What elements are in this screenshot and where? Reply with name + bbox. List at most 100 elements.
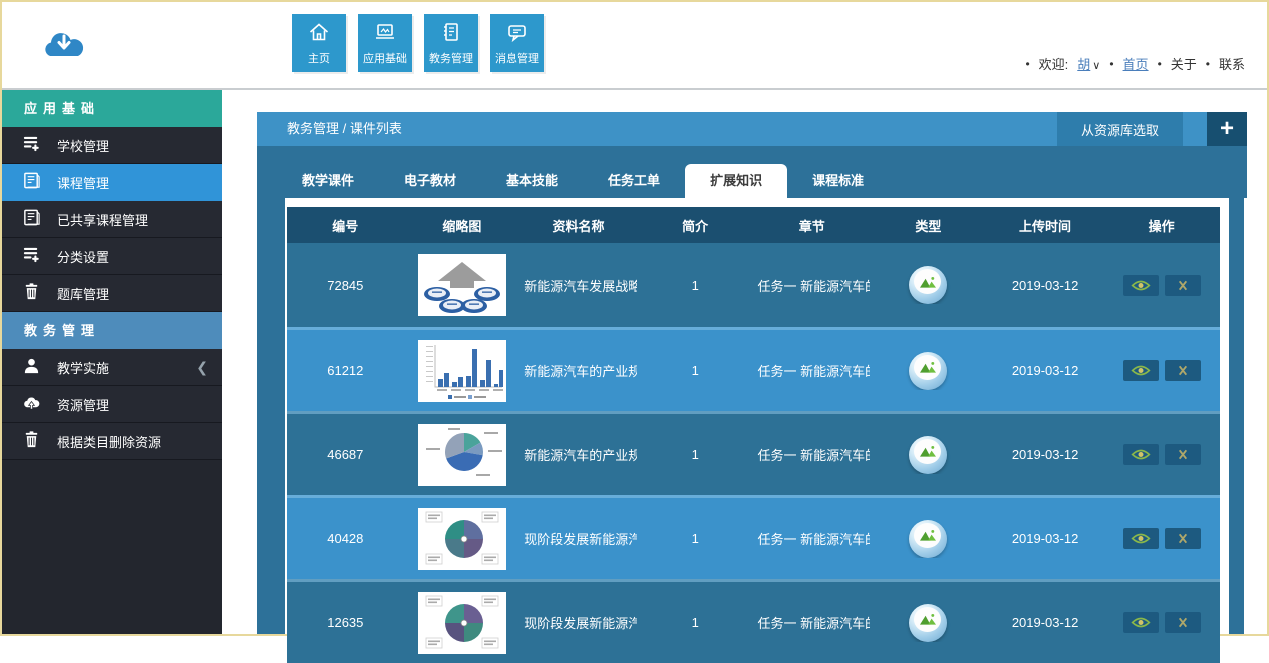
row-chapter: 任务一 新能源汽车的... [754,529,871,548]
top-nav-home-button[interactable]: 主页 [292,14,346,72]
column-header: 编号 [287,216,404,235]
topbar-link[interactable]: 联系 [1219,54,1245,73]
sidebar-item-根据类目删除资源[interactable]: 根据类目删除资源 [2,423,222,460]
row-type [870,352,987,390]
row-thumbnail[interactable] [404,592,521,654]
row-name: 现阶段发展新能源汽... [520,613,637,632]
topbar-link[interactable]: 关于 [1171,54,1197,73]
list-plus-icon [22,134,41,153]
add-button[interactable]: + [1207,112,1247,146]
top-nav-clipboard-button[interactable]: 教务管理 [424,14,478,72]
tabs: 教学课件 电子教材 基本技能 任务工单 扩展知识 课程标准 [257,146,1247,198]
row-actions [1103,528,1220,549]
username-link[interactable]: 胡∨ [1077,54,1100,73]
row-name: 新能源汽车的产业规模 [520,445,637,464]
tab-任务工单[interactable]: 任务工单 [583,164,685,198]
row-upload-date: 2019-03-12 [987,278,1104,293]
tab-课程标准[interactable]: 课程标准 [787,164,889,198]
row-thumbnail[interactable] [404,254,521,316]
row-chapter: 任务一 新能源汽车的... [754,276,871,295]
sidebar-item-课程管理[interactable]: 课程管理 [2,164,222,201]
sidebar-section-title: 应用基础 [2,90,222,127]
tab-电子教材[interactable]: 电子教材 [379,164,481,198]
sidebar-item-分类设置[interactable]: 分类设置 [2,238,222,275]
materials-table: 编号 缩略图 资料名称 简介 章节 类型 上传时间 操作 72845 新能源汽车… [287,207,1220,663]
row-type [870,520,987,558]
person-icon [22,356,41,375]
column-header: 章节 [754,216,871,235]
username[interactable]: 胡 [1077,57,1090,72]
table-row: 12635 现阶段发展新能源汽... 1 任务一 新能源汽车的... 2019-… [287,579,1220,663]
row-chapter: 任务一 新能源汽车的... [754,613,871,632]
view-eye-icon[interactable] [1123,360,1159,381]
list-plus-icon [22,245,41,264]
vertical-scrollbar[interactable] [1229,198,1244,634]
tab-扩展知识[interactable]: 扩展知识 [685,164,787,198]
doc-icon [22,208,41,227]
row-id: 61212 [287,363,404,378]
top-nav-message-button[interactable]: 消息管理 [490,14,544,72]
view-eye-icon[interactable] [1123,528,1159,549]
view-eye-icon[interactable] [1123,612,1159,633]
topbar: 主页 应用基础 教务管理 消息管理 • 欢迎: 胡∨ •首页•关于•联系 [2,2,1267,90]
thumbnail-image[interactable] [418,424,506,486]
tab-教学课件[interactable]: 教学课件 [277,164,379,198]
user-links: • 欢迎: 胡∨ •首页•关于•联系 [1025,54,1245,73]
row-upload-date: 2019-03-12 [987,615,1104,630]
bullet-icon: • [1158,57,1162,71]
row-chapter: 任务一 新能源汽车的... [754,361,871,380]
table-header: 编号 缩略图 资料名称 简介 章节 类型 上传时间 操作 [287,207,1220,243]
pick-from-library-button[interactable]: 从资源库选取 [1057,112,1183,146]
view-eye-icon[interactable] [1123,444,1159,465]
view-eye-icon[interactable] [1123,275,1159,296]
thumbnail-image[interactable] [418,254,506,316]
delete-x-icon[interactable] [1165,444,1201,465]
row-thumbnail[interactable] [404,508,521,570]
sidebar-item-资源管理[interactable]: 资源管理 [2,386,222,423]
delete-x-icon[interactable] [1165,528,1201,549]
row-name: 新能源汽车的产业规... [520,361,637,380]
row-actions [1103,444,1220,465]
top-nav-laptop-button[interactable]: 应用基础 [358,14,412,72]
bullet-icon: • [1025,57,1029,71]
chevron-down-icon[interactable]: ∨ [1092,60,1100,72]
top-nav: 主页 应用基础 教务管理 消息管理 [292,14,544,72]
row-thumbnail[interactable] [404,424,521,486]
sidebar-item-学校管理[interactable]: 学校管理 [2,127,222,164]
delete-x-icon[interactable] [1165,612,1201,633]
row-upload-date: 2019-03-12 [987,363,1104,378]
table-row: 61212 新能源汽车的产业规... 1 任务一 新能源汽车的... 2019-… [287,327,1220,411]
sidebar-section-title: 教务管理 [2,312,222,349]
topbar-link[interactable]: 首页 [1123,54,1149,73]
delete-x-icon[interactable] [1165,275,1201,296]
row-thumbnail[interactable] [404,340,521,402]
sidebar-item-已共享课程管理[interactable]: 已共享课程管理 [2,201,222,238]
content-area: 编号 缩略图 资料名称 简介 章节 类型 上传时间 操作 72845 新能源汽车… [285,198,1247,634]
column-header: 操作 [1103,216,1220,235]
main-panel: 教务管理 / 课件列表 从资源库选取 + 教学课件 电子教材 基本技能 任务工单… [257,112,1247,634]
bullet-icon: • [1206,57,1210,71]
breadcrumb-bar: 教务管理 / 课件列表 从资源库选取 + [257,112,1247,146]
sidebar-item-教学实施[interactable]: 教学实施 ❮ [2,349,222,386]
doc-icon [22,171,41,190]
column-header: 类型 [870,216,987,235]
row-id: 72845 [287,278,404,293]
delete-x-icon[interactable] [1165,360,1201,381]
bullet-icon: • [1109,57,1113,71]
thumbnail-image[interactable] [418,340,506,402]
column-header: 缩略图 [404,216,521,235]
row-actions [1103,360,1220,381]
trash-icon [22,430,41,449]
row-id: 40428 [287,531,404,546]
thumbnail-image[interactable] [418,592,506,654]
breadcrumb: 教务管理 / 课件列表 [287,121,402,136]
row-intro: 1 [637,531,754,546]
row-type [870,266,987,304]
row-upload-date: 2019-03-12 [987,531,1104,546]
image-file-icon [909,520,947,558]
column-header: 简介 [637,216,754,235]
image-file-icon [909,266,947,304]
thumbnail-image[interactable] [418,508,506,570]
sidebar-item-题库管理[interactable]: 题库管理 [2,275,222,312]
tab-基本技能[interactable]: 基本技能 [481,164,583,198]
